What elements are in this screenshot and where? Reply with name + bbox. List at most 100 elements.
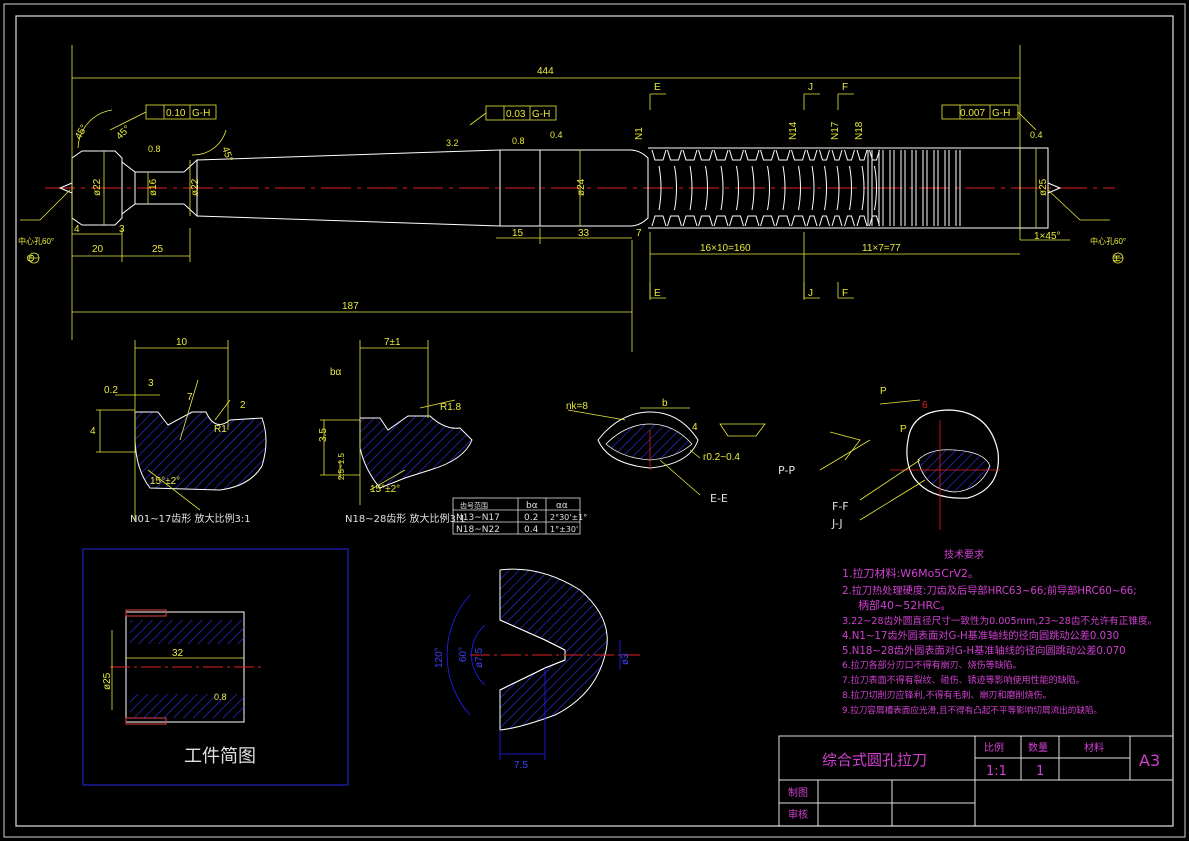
center-hole-view: 120° 60° ø7.5 ø3 7.5 xyxy=(434,568,640,771)
wp-rough: 0.8 xyxy=(214,692,227,702)
tooth xyxy=(767,165,770,211)
dim-overall-length: 444 xyxy=(537,66,554,77)
d1-dim-3: 3 xyxy=(148,378,154,389)
table-r2c3: 1°±30' xyxy=(550,525,578,534)
tech-title: 技术要求 xyxy=(944,548,984,561)
table-r1c2: 0.2 xyxy=(524,513,538,523)
dim-20: 20 xyxy=(92,244,104,255)
title-block: 综合式圆孔拉刀 比例 数量 材料 1:1 1 A3 制图 审核 xyxy=(778,735,1174,827)
tech-item-9: 9.拉刀容屑槽表面应光滑,且不得有凸起不平等影响切屑流出的缺陷。 xyxy=(842,704,1102,716)
tooth xyxy=(667,149,682,161)
title-scale-label: 比例 xyxy=(984,741,1004,754)
angle-45-a: 45° xyxy=(73,123,90,142)
d1-dim-4: 4 xyxy=(90,426,96,437)
dim-33: 33 xyxy=(578,228,590,239)
detail3-section: E-E xyxy=(710,492,728,505)
d4-ff: F-F xyxy=(832,500,849,513)
detail1-caption: N01~17齿形 放大比例3:1 xyxy=(130,512,251,525)
table-h1: 齿号范围 xyxy=(460,501,488,510)
dim-d-neck: ø16 xyxy=(148,178,159,196)
tech-item-2b: 柄部40~52HRC。 xyxy=(858,598,951,612)
rough-32: 3.2 xyxy=(446,138,459,148)
tooth xyxy=(869,149,880,161)
detail-view-1: 10 0.2 3 4 2 7 15°±2° R1 N01~17齿形 放大比例3:… xyxy=(90,337,267,525)
table-r1c3: 2°30'±1° xyxy=(550,513,587,522)
d3-nk: nk=8 xyxy=(566,401,588,412)
center-hole-right: 中心孔60° xyxy=(1090,236,1126,246)
detail-view-2: 7±1 bα 3.5 2.5~1.5 R1.8 15°±2° N18~28齿形 … xyxy=(318,337,473,525)
tech-item-5: 5.N18~28齿外圆表面对G-H基准轴线的径向圆跳动公差0.070 xyxy=(842,644,1126,657)
runout-1-ref: G-H xyxy=(192,108,210,119)
d2-dim-35: 3.5 xyxy=(318,428,329,442)
table-r1c1: N13~N17 xyxy=(456,513,500,523)
tooth xyxy=(806,215,818,227)
d2-dim-7: 7±1 xyxy=(384,337,401,348)
title-qty: 1 xyxy=(1036,764,1044,779)
title-material-label: 材料 xyxy=(1084,741,1104,754)
tooth xyxy=(651,149,667,161)
d4-d6: 6 xyxy=(922,400,928,411)
tooth-label-n17: N17 xyxy=(830,121,841,140)
workpiece-sketch: ø25 32 0.8 工件简图 xyxy=(82,548,349,786)
d3-r: r0.2~0.4 xyxy=(703,452,740,463)
tooth xyxy=(831,149,843,161)
workpiece-title: 工件简图 xyxy=(184,746,256,767)
table-r2c2: 0.4 xyxy=(524,525,539,535)
section-j-bot: J xyxy=(808,288,813,299)
tech-item-2: 2.拉刀热处理硬度:刀齿及后导部HRC63~66;前导部HRC60~66; xyxy=(842,584,1137,597)
dim-3: 3 xyxy=(119,224,125,235)
section-f-bot: F xyxy=(842,288,848,299)
main-dimension-lines xyxy=(20,45,1110,352)
dim-7: 7 xyxy=(636,228,642,239)
d1-dim-7: 7 xyxy=(187,392,193,403)
tech-item-7: 7.拉刀表面不得有裂纹、碰伤、锈迹等影响使用性能的缺陷。 xyxy=(842,674,1085,686)
title-review-label: 审核 xyxy=(788,808,808,821)
d4-p2: P xyxy=(900,424,907,435)
tooth xyxy=(698,149,713,161)
wp-length: 32 xyxy=(172,648,184,659)
d1-r1: R1 xyxy=(214,424,227,435)
dim-pitch-rough: 16×10=160 xyxy=(700,243,751,254)
runout-3-ref: G-H xyxy=(992,108,1010,119)
table-h2: bα xyxy=(526,501,538,511)
tooth xyxy=(682,149,698,161)
tooth-label-n18: N18 xyxy=(854,121,865,140)
title-scale: 1:1 xyxy=(986,764,1007,779)
tooth xyxy=(674,165,677,211)
section-e-top: E xyxy=(654,82,661,93)
rough-04b: 0.4 xyxy=(1030,130,1043,140)
tooth xyxy=(744,149,760,161)
d1-angle-15: 15°±2° xyxy=(150,476,180,487)
tooth xyxy=(811,165,815,211)
tooth xyxy=(806,149,818,161)
center-hole-left: 中心孔60° xyxy=(18,236,54,246)
drawing-sheet: 444 187 20 25 4 3 15 33 7 11×7=77 16×10=… xyxy=(3,3,1186,838)
tooth xyxy=(775,149,791,161)
tooth xyxy=(856,215,868,227)
tooth xyxy=(819,149,830,161)
tooth xyxy=(869,215,880,227)
dim-187: 187 xyxy=(342,301,359,312)
wp-dia: ø25 xyxy=(102,672,113,690)
tooth xyxy=(760,149,775,161)
ch-d75: ø7.5 xyxy=(474,648,485,668)
ch-d3: ø3 xyxy=(620,653,631,665)
table-h3: αα xyxy=(556,501,568,511)
angle-45-c: 45° xyxy=(219,145,235,163)
section-e-bot: E xyxy=(654,288,661,299)
tooth xyxy=(682,215,698,227)
d2-r18: R1.8 xyxy=(440,402,462,413)
tooth-label-n1: N1 xyxy=(634,127,645,140)
d2-angle-15: 15°±2° xyxy=(370,484,400,495)
ch-60: 60° xyxy=(458,647,469,662)
detail-view-4: P P 6 P-P F-F J-J xyxy=(778,386,1000,530)
dim-pitch-finish: 11×7=77 xyxy=(862,243,901,254)
title-drawn-label: 制图 xyxy=(788,786,808,799)
title-name: 综合式圆孔拉刀 xyxy=(822,751,927,769)
runout-2-ref: G-H xyxy=(532,109,550,120)
runout-3-value: 0.007 xyxy=(960,108,985,119)
tooth xyxy=(844,215,855,227)
dim-d-shank: ø22 xyxy=(190,178,201,196)
tech-item-4: 4.N1~17齿外圆表面对G-H基准轴线的径向圆跳动公差0.030 xyxy=(842,629,1119,642)
tech-requirements: 技术要求 1.拉刀材料:W6Mo5CrV2。 2.拉刀热处理硬度:刀齿及后导部H… xyxy=(842,548,1157,716)
